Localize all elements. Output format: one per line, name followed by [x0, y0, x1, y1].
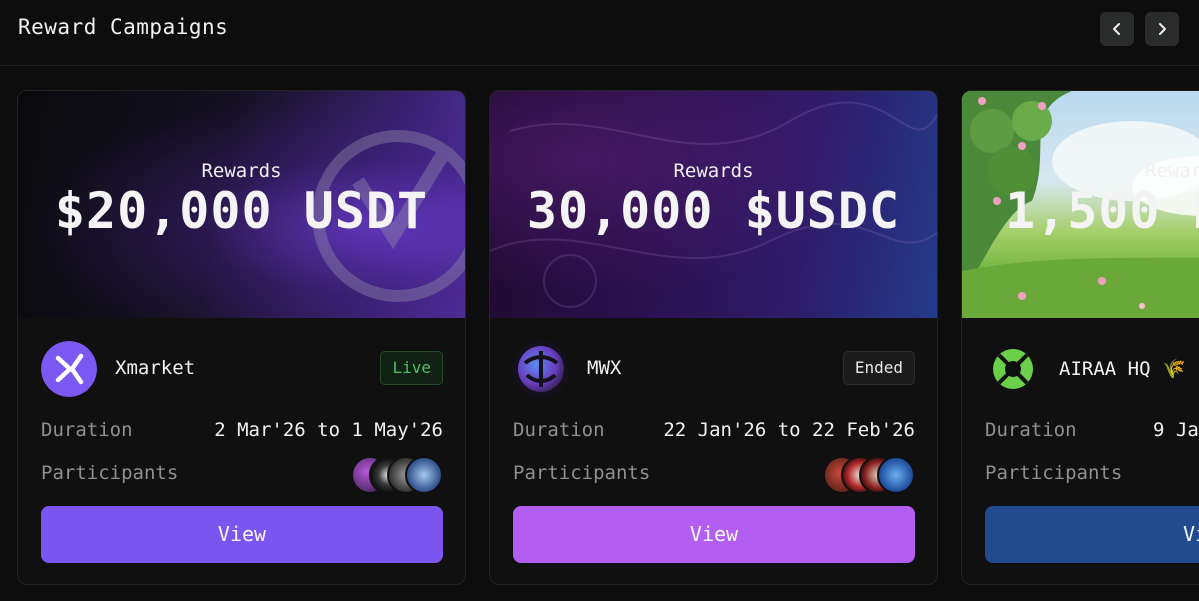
- project-row: AIRAA HQ 🌾: [985, 341, 1199, 397]
- page-header: Reward Campaigns: [0, 0, 1199, 66]
- duration-value: 22 Jan'26 to 22 Feb'26: [663, 419, 915, 441]
- xmarket-logo-icon: [41, 341, 97, 397]
- avatar: [405, 456, 443, 494]
- participants-row: Participants: [513, 456, 915, 494]
- participants-label: Participants: [985, 462, 1123, 484]
- duration-label: Duration: [513, 419, 605, 441]
- participants-row: Participants: [985, 460, 1199, 488]
- reward-value: $20,000 USDT: [54, 181, 429, 240]
- campaign-banner: Rewar 1,500 F: [962, 91, 1199, 318]
- duration-row: Duration 9 Ja: [985, 417, 1199, 445]
- participant-avatars: [351, 456, 443, 494]
- duration-value: 2 Mar'26 to 1 May'26: [214, 419, 443, 441]
- participants-row: Participants: [41, 456, 443, 494]
- campaign-card-airaa: Rewar 1,500 F AIRAA HQ 🌾 Duration 9 J: [961, 90, 1199, 585]
- duration-label: Duration: [41, 419, 133, 441]
- avatar: [877, 456, 915, 494]
- airaa-logo-icon: [985, 341, 1041, 397]
- carousel-next-button[interactable]: [1145, 12, 1179, 46]
- duration-label: Duration: [985, 419, 1077, 441]
- carousel-prev-button[interactable]: [1100, 12, 1134, 46]
- reward-value: 1,500 F: [1005, 181, 1199, 240]
- reward-label: Rewards: [673, 159, 754, 182]
- participants-label: Participants: [41, 462, 179, 484]
- campaign-banner: Rewards 30,000 $USDC: [490, 91, 937, 318]
- view-button[interactable]: View: [513, 506, 915, 563]
- project-name: AIRAA HQ 🌾: [1059, 358, 1186, 380]
- view-button[interactable]: View: [41, 506, 443, 563]
- reward-label: Rewar: [1145, 159, 1199, 182]
- project-name: MWX: [587, 357, 622, 379]
- project-name: Xmarket: [115, 357, 196, 379]
- page-title: Reward Campaigns: [18, 15, 229, 39]
- duration-row: Duration 22 Jan'26 to 22 Feb'26: [513, 417, 915, 445]
- campaign-carousel: Rewards $20,000 USDT Xmarket Live Durati…: [0, 90, 1199, 601]
- participant-avatars: [823, 456, 915, 494]
- campaign-card-mwx: Rewards 30,000 $USDC MWX Ended Duration …: [489, 90, 938, 585]
- campaign-card-xmarket: Rewards $20,000 USDT Xmarket Live Durati…: [17, 90, 466, 585]
- project-row: MWX Ended: [513, 341, 915, 397]
- duration-value: 9 Ja: [1153, 419, 1199, 441]
- status-badge: Live: [380, 351, 443, 385]
- project-row: Xmarket Live: [41, 341, 443, 397]
- reward-value: 30,000 $USDC: [526, 181, 901, 240]
- chevron-left-icon: [1113, 23, 1120, 35]
- duration-row: Duration 2 Mar'26 to 1 May'26: [41, 417, 443, 445]
- reward-label: Rewards: [201, 159, 282, 182]
- view-button[interactable]: Vie: [985, 506, 1199, 563]
- chevron-right-icon: [1159, 23, 1166, 35]
- view-button-label: Vie: [1183, 522, 1199, 546]
- status-badge: Ended: [842, 351, 915, 385]
- participants-label: Participants: [513, 462, 651, 484]
- mwx-logo-icon: [513, 341, 569, 397]
- campaign-banner: Rewards $20,000 USDT: [18, 91, 465, 318]
